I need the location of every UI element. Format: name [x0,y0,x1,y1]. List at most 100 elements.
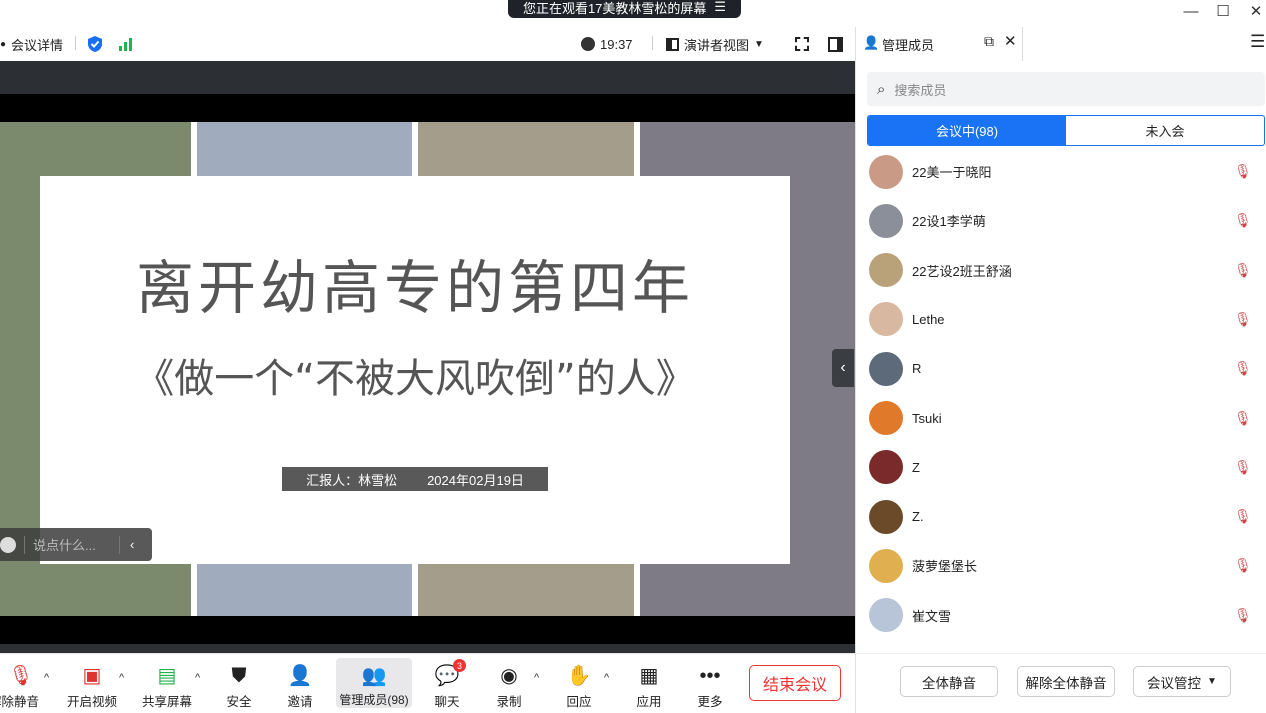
maximize-button[interactable]: ☐ [1208,0,1238,22]
member-name: Z. [912,509,924,525]
member-row[interactable]: R 🎙 [856,344,1266,393]
divider [75,36,76,50]
popout-icon[interactable]: ⧉ [984,33,994,50]
sharing-banner[interactable]: 您正在观看17美教林雪松的屏幕 ☰ [508,0,741,18]
avatar [869,598,903,633]
mic-muted-icon[interactable]: 🎙 [1234,508,1252,525]
close-icon[interactable]: ✕ [1004,32,1017,50]
caret-up-icon[interactable]: ^ [534,672,539,684]
member-panel-footer: 全体静音 解除全体静音 会议管控 ▼ [856,653,1266,713]
tab-in-meeting[interactable]: 会议中(98) [868,116,1066,145]
layout-icon [666,37,679,51]
meeting-time: 19:37 [600,36,633,52]
caret-up-icon[interactable]: ^ [44,672,49,684]
window-title-strip: 您正在观看17美教林雪松的屏幕 ☰ — ☐ ✕ [0,0,1266,27]
network-signal-indicator[interactable] [118,27,134,61]
quick-chat-placeholder: 说点什么... [33,538,96,553]
meeting-controls-dropdown[interactable]: 会议管控 ▼ [1133,666,1231,697]
chat-badge: 3 [453,659,466,672]
quick-chat-input[interactable]: 说点什么... ‹ [0,528,152,561]
end-meeting-button[interactable]: 结束会议 [749,665,841,701]
security-button[interactable]: ⛊ 安全 [220,658,258,710]
minimize-button[interactable]: — [1176,0,1206,22]
member-row[interactable]: 22美一于晓阳 🎙 [856,153,1266,196]
start-video-button[interactable]: ▣ 开启视频 [64,658,120,710]
member-name: Tsuki [912,410,942,426]
fullscreen-icon [795,37,809,51]
mic-muted-icon[interactable]: 🎙 [1234,163,1252,180]
panel-divider [1022,27,1023,61]
caret-down-icon: ▼ [1207,676,1217,687]
close-button[interactable]: ✕ [1241,0,1266,22]
more-button[interactable]: ••• 更多 [691,658,729,710]
member-name: 22美一于晓阳 [912,165,992,180]
member-row[interactable]: Tsuki 🎙 [856,394,1266,443]
camera-off-icon: ▣ [82,665,102,687]
mic-muted-icon: 🎙 [8,665,34,687]
mic-muted-icon[interactable]: 🎙 [1234,607,1252,624]
mic-muted-icon[interactable]: 🎙 [1234,262,1252,279]
caret-up-icon[interactable]: ^ [195,672,200,684]
member-search-input[interactable]: ⌕ 搜索成员 [867,72,1265,106]
shield-icon: ⛊ [231,665,247,687]
mic-muted-icon[interactable]: 🎙 [1234,311,1252,328]
share-screen-button[interactable]: ▤ 共享屏幕 [139,658,195,710]
member-search-placeholder: 搜索成员 [894,82,947,98]
meeting-topbar: ● 会议详情 19:37 演讲者视图 ▼ [0,27,855,61]
member-panel-header: 👤 管理成员 ⧉ ✕ ☰ [856,27,1266,61]
member-row[interactable]: Z. 🎙 [856,492,1266,541]
mic-muted-icon[interactable]: 🎙 [1234,212,1252,229]
tab-not-joined[interactable]: 未入会 [1066,116,1264,145]
caret-up-icon[interactable]: ^ [604,672,609,684]
member-name: 22艺设2班王舒涵 [912,263,1012,279]
member-row[interactable]: 菠萝堡堡长 🎙 [856,541,1266,590]
shield-check-icon [88,36,102,52]
member-row[interactable]: 22设1李学萌 🎙 [856,196,1266,245]
record-button[interactable]: ◉ 录制 [490,658,528,710]
avatar [869,450,903,485]
manage-members-button[interactable]: 👥 管理成员(98) [336,658,412,708]
caret-up-icon[interactable]: ^ [119,672,124,684]
collapse-panel-button[interactable]: ‹ [832,349,854,387]
invite-button[interactable]: 👤 邀请 [281,658,319,710]
fullscreen-button[interactable] [795,27,809,61]
mic-muted-icon[interactable]: 🎙 [1234,459,1252,476]
react-button[interactable]: ✋ 回应 [560,658,598,710]
sharing-banner-text: 您正在观看17美教林雪松的屏幕 [522,0,707,16]
mic-muted-icon[interactable]: 🎙 [1234,410,1252,427]
quick-chat-divider [24,535,25,554]
mute-all-button[interactable]: 全体静音 [900,666,998,697]
sidebar-toggle-icon [828,36,843,52]
unmute-label: 解除静音 [0,695,39,709]
mic-muted-icon[interactable]: 🎙 [1234,557,1252,574]
meeting-details-button[interactable]: ● 会议详情 [0,27,63,61]
chevron-left-icon[interactable]: ‹ [130,537,134,552]
view-mode-dropdown[interactable]: 演讲者视图 ▼ [666,27,764,61]
slide-date: 2024年02月19日 [427,472,524,488]
member-name: 22设1李学萌 [912,214,986,230]
member-row[interactable]: 22艺设2班王舒涵 🎙 [856,246,1266,295]
mic-muted-icon[interactable]: 🎙 [1234,360,1252,377]
menu-lines-icon[interactable]: ☰ [714,0,726,15]
hamburger-menu-icon[interactable]: ☰ [1250,32,1265,52]
meeting-clock: 19:37 [581,27,633,61]
security-shield-indicator[interactable] [87,27,103,61]
members-icon: 👥 [361,665,387,687]
member-panel-title: 管理成员 [882,38,935,53]
avatar [869,499,903,534]
apps-button[interactable]: ▦ 应用 [630,658,668,710]
meeting-toolbar: 🎙 解除静音 ^ ▣ 开启视频 ^ ▤ 共享屏幕 ^ ⛊ 安全 👤 邀请 👥 管… [0,653,855,713]
info-icon: ● [0,38,7,50]
clock-icon [581,37,595,51]
sidebar-toggle-button[interactable] [828,27,843,61]
unmute-button[interactable]: 🎙 解除静音 [0,658,42,710]
unmute-all-button[interactable]: 解除全体静音 [1017,666,1115,697]
apps-label: 应用 [636,695,662,709]
slide-subtitle: 《做一个“不被大风吹倒”的人》 [134,356,696,402]
divider [652,36,653,50]
apps-grid-icon: ▦ [639,665,659,687]
member-row[interactable]: 崔文雪 🎙 [856,591,1266,640]
member-row[interactable]: Lethe 🎙 [856,295,1266,344]
emoji-icon[interactable] [0,536,16,553]
member-row[interactable]: Z 🎙 [856,443,1266,492]
